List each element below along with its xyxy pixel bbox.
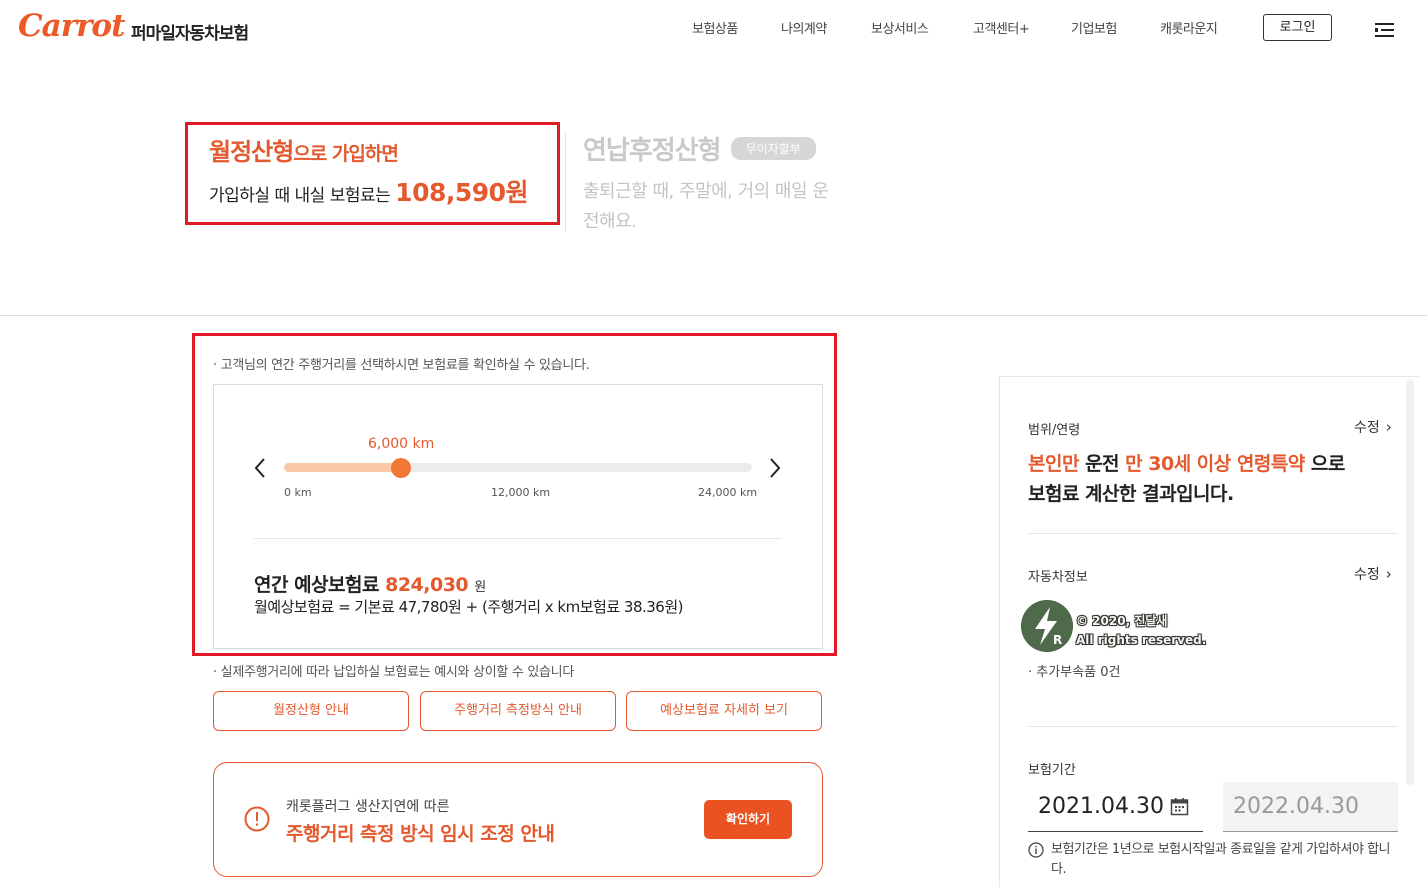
- end-date-field: 2022.04.30: [1223, 782, 1398, 832]
- scope-driver: 본인만: [1028, 453, 1079, 475]
- info-icon: [1028, 842, 1044, 858]
- nav-customer-center[interactable]: 고객센터+: [973, 18, 1030, 37]
- slider-thumb[interactable]: [391, 458, 411, 478]
- nav-insurance-products[interactable]: 보험상품: [692, 18, 738, 37]
- alert-circle-icon: [244, 806, 270, 832]
- edit-scope-label: 수정: [1354, 420, 1380, 436]
- annual-plan-desc: 출퇴근할 때, 주말에, 거의 매일 운전해요.: [583, 181, 829, 232]
- notice-title: 주행거리 측정 방식 임시 조정 안내: [286, 823, 555, 845]
- vehicle-info-label: 자동차정보: [1028, 570, 1088, 585]
- monthly-plan-title: 월정산형으로 가입하면: [209, 132, 557, 167]
- disclaimer-text: 실제주행거리에 따라 납입하실 보험료는 예시와 상이할 수 있습니다: [220, 665, 575, 680]
- scope-text-2: 으로: [1304, 453, 1345, 475]
- tab-divider: [565, 132, 566, 232]
- period-note: 보험기간은 1년으로 보험시작일과 종료일을 같게 가입하셔야 합니다.: [1051, 842, 1391, 877]
- monthly-price: 108,590원: [395, 178, 529, 207]
- slider-tick-mid: 12,000 km: [491, 486, 551, 499]
- annual-plan-title: 연납후정산형: [583, 136, 722, 166]
- annual-premium: 연간 예상보험료 824,030 원: [254, 570, 486, 597]
- slider-tick-max: 24,000 km: [698, 486, 758, 499]
- notice-subtitle: 캐롯플러그 생산지연에 따른: [286, 799, 450, 815]
- scope-age: 만 30세 이상 연령특약: [1125, 453, 1305, 475]
- bolt-logo-icon: R: [1021, 600, 1073, 652]
- watermark-line2: All rights reserved.: [1076, 633, 1207, 647]
- annual-premium-unit: 원: [474, 580, 486, 595]
- edit-vehicle-label: 수정: [1354, 567, 1380, 583]
- card-divider: [254, 538, 782, 539]
- scope-text-line2: 보험료 계산한 결과입니다.: [1028, 483, 1234, 505]
- distance-note: · 고객님의 연간 주행거리를 선택하시면 보험료를 확인하실 수 있습니다.: [213, 358, 590, 373]
- scope-age-label: 범위/연령: [1028, 423, 1081, 438]
- scope-text-1: 운전: [1078, 453, 1126, 475]
- monthly-price-label: 가입하실 때 내실 보험료는: [209, 186, 391, 206]
- scope-description: 본인만 운전 만 30세 이상 연령특약 으로 보험료 계산한 결과입니다.: [1028, 449, 1345, 509]
- edit-scope-link[interactable]: 수정 ›: [1354, 417, 1392, 437]
- carrot-logo[interactable]: Carrot: [18, 8, 125, 44]
- nav-my-contract[interactable]: 나의계약: [781, 18, 827, 37]
- copyright-watermark: © 2020, 진달새 All rights reserved.: [1076, 612, 1206, 650]
- annual-premium-label: 연간 예상보험료: [254, 574, 379, 596]
- monthly-plan-name: 월정산형: [209, 138, 294, 166]
- monthly-plan-guide-button[interactable]: 월정산형 안내: [213, 691, 409, 731]
- monthly-plan-line: 가입하실 때 내실 보험료는 108,590원: [209, 173, 557, 209]
- monthly-plan-suffix: 으로 가입하면: [293, 143, 398, 165]
- nav-carrot-lounge[interactable]: 캐롯라운지: [1160, 18, 1218, 37]
- calendar-icon[interactable]: [1170, 797, 1189, 816]
- nav-claim-service[interactable]: 보상서비스: [871, 18, 929, 37]
- plan-tab-annual[interactable]: 연납후정산형 무이자할부 출퇴근할 때, 주말에, 거의 매일 운전해요.: [583, 130, 843, 237]
- panel-divider: [1028, 726, 1398, 727]
- login-button[interactable]: 로그인: [1263, 14, 1332, 41]
- plan-tab-monthly[interactable]: 월정산형으로 가입하면 가입하실 때 내실 보험료는 108,590원: [185, 122, 560, 225]
- distance-note-text: 고객님의 연간 주행거리를 선택하시면 보험료를 확인하실 수 있습니다.: [220, 358, 590, 373]
- disclaimer: · 실제주행거리에 따라 납입하실 보험료는 예시와 상이할 수 있습니다: [213, 665, 575, 680]
- nav-business-insurance[interactable]: 기업보험: [1071, 18, 1117, 37]
- chevron-right-icon: ›: [1385, 565, 1392, 583]
- insurance-period-label: 보험기간: [1028, 763, 1076, 778]
- menu-icon[interactable]: [1375, 22, 1395, 38]
- brand-subtitle: 퍼마일자동차보험: [131, 24, 249, 44]
- premium-detail-button[interactable]: 예상보험료 자세히 보기: [626, 691, 822, 731]
- annual-premium-value: 824,030: [385, 574, 469, 596]
- chevron-right-icon[interactable]: [767, 456, 783, 480]
- installment-badge: 무이자할부: [730, 137, 816, 160]
- notice-confirm-button[interactable]: 확인하기: [704, 800, 792, 839]
- panel-scrollbar[interactable]: [1406, 380, 1414, 785]
- panel-divider: [1028, 533, 1398, 534]
- edit-vehicle-link[interactable]: 수정 ›: [1354, 564, 1392, 584]
- watermark-line1: © 2020, 진달새: [1076, 614, 1168, 628]
- accessories-text: 추가부속품 0건: [1036, 665, 1121, 680]
- slider-fill: [284, 463, 401, 472]
- slider-tick-min: 0 km: [284, 486, 312, 499]
- premium-formula: 월예상보험료 = 기본료 47,780원 + (주행거리 x km보험료 38.…: [254, 598, 684, 616]
- mileage-method-guide-button[interactable]: 주행거리 측정방식 안내: [420, 691, 616, 731]
- distance-slider[interactable]: [284, 458, 752, 478]
- slider-value-label: 6,000 km: [368, 436, 435, 452]
- svg-text:R: R: [1053, 633, 1062, 647]
- chevron-right-icon: ›: [1385, 418, 1392, 436]
- chevron-left-icon[interactable]: [252, 456, 268, 480]
- accessories-count: · 추가부속품 0건: [1028, 665, 1121, 680]
- section-divider: [0, 315, 1427, 316]
